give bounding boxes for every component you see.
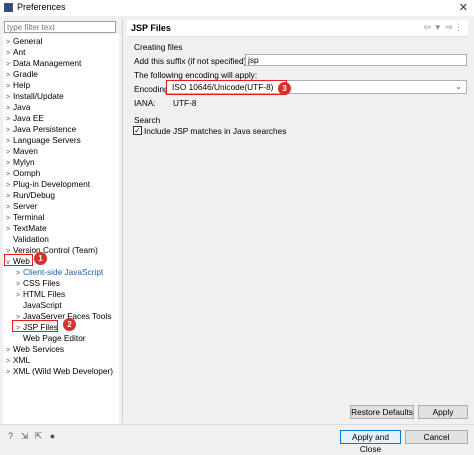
tree-item-server[interactable]: > Server (3, 201, 37, 212)
tree-item-plugin-development[interactable]: > Plug-in Development (3, 179, 90, 190)
creating-files-heading: Creating files (134, 42, 183, 52)
tree-item-xml-wild-web[interactable]: > XML (Wild Web Developer) (3, 366, 113, 377)
footer-divider (0, 424, 474, 425)
tree-item-gradle[interactable]: > Gradle (3, 69, 38, 80)
tree-item-data-management[interactable]: > Data Management (3, 58, 81, 69)
include-jsp-label: Include JSP matches in Java searches (144, 126, 287, 136)
iana-value: UTF-8 (173, 98, 197, 108)
tree-item-css-files[interactable]: > CSS Files (13, 278, 60, 289)
title-bar: Preferences ✕ (0, 0, 474, 16)
forward-arrow-icon[interactable]: ⇨ (445, 22, 453, 33)
include-jsp-checkbox[interactable]: ✓ (133, 126, 142, 135)
window-title: Preferences (17, 2, 66, 12)
tree-item-install-update[interactable]: > Install/Update (3, 91, 64, 102)
tree-item-java-persistence[interactable]: > Java Persistence (3, 124, 76, 135)
tree-item-javascript[interactable]: JavaScript (13, 300, 62, 311)
tree-item-web-page-editor[interactable]: Web Page Editor (13, 333, 86, 344)
page-title: JSP Files (131, 23, 171, 33)
preference-recorder-icon[interactable]: ● (48, 432, 57, 441)
annotation-badge-1: 1 (34, 252, 47, 265)
annotation-badge-3: 3 (278, 82, 291, 95)
tree-item-xml[interactable]: > XML (3, 355, 30, 366)
tree-item-client-side-javascript[interactable]: > Client-side JavaScript (13, 267, 103, 278)
encoding-highlight-box (166, 80, 287, 95)
tree-item-java[interactable]: > Java (3, 102, 31, 113)
tree-item-textmate[interactable]: > TextMate (3, 223, 47, 234)
tree-item-general[interactable]: > General (3, 36, 43, 47)
web-highlight-box (4, 254, 33, 266)
tree-item-mylyn[interactable]: > Mylyn (3, 157, 35, 168)
tree-item-help[interactable]: > Help (3, 80, 30, 91)
export-icon[interactable]: ⇱ (34, 432, 43, 441)
preferences-tree: > General > Ant > Data Management > Gradle >… (3, 34, 119, 424)
expand-arrow-icon[interactable]: > (3, 367, 13, 378)
tree-item-oomph[interactable]: > Oomph (3, 168, 40, 179)
iana-label: IANA: (134, 98, 156, 108)
page-header: JSP Files ⇦ ▾ ⇨ ⋮ (127, 20, 468, 37)
tree-item-run-debug[interactable]: > Run/Debug (3, 190, 55, 201)
filter-field[interactable] (4, 21, 116, 33)
annotation-badge-2: 2 (63, 318, 76, 331)
page-menu-icon[interactable]: ⋮ (454, 22, 463, 33)
filter-input[interactable] (5, 22, 115, 33)
chevron-down-icon: ⌄ (455, 82, 462, 91)
import-icon[interactable]: ⇲ (20, 432, 29, 441)
close-window-icon[interactable]: ✕ (459, 1, 468, 14)
apply-button[interactable]: Apply (418, 405, 468, 419)
tree-item-java-ee[interactable]: > Java EE (3, 113, 44, 124)
tree-item-html-files[interactable]: > HTML Files (13, 289, 65, 300)
suffix-label: Add this suffix (if not specified): (134, 56, 249, 66)
tree-item-language-servers[interactable]: > Language Servers (3, 135, 81, 146)
apply-and-close-button[interactable]: Apply and Close (340, 430, 401, 454)
suffix-input[interactable]: jsp (245, 54, 467, 66)
tree-item-web-services[interactable]: > Web Services (3, 344, 64, 355)
tree-item-maven[interactable]: > Maven (3, 146, 38, 157)
tree-item-validation[interactable]: Validation (3, 234, 49, 245)
help-icon[interactable]: ? (6, 432, 15, 441)
cancel-button[interactable]: Cancel (405, 430, 468, 444)
eclipse-app-icon (4, 3, 13, 12)
back-arrow-icon[interactable]: ⇦ (423, 22, 431, 33)
search-heading: Search (134, 115, 161, 125)
encoding-heading: The following encoding will apply: (134, 70, 258, 80)
pane-splitter[interactable] (122, 18, 123, 423)
tree-item-terminal[interactable]: > Terminal (3, 212, 44, 223)
jsp-files-highlight-box (12, 320, 58, 332)
restore-defaults-button[interactable]: Restore Defaults (350, 405, 414, 419)
tree-item-ant[interactable]: > Ant (3, 47, 26, 58)
back-menu-icon[interactable]: ▾ (435, 22, 440, 33)
